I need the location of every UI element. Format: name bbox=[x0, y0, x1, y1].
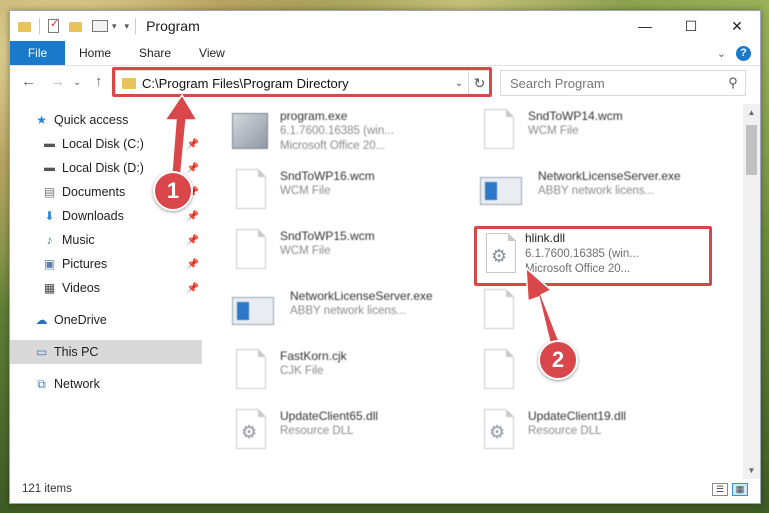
window-title: Program bbox=[146, 18, 200, 34]
list-item[interactable]: NetworkLicenseServer.exe ABBY network li… bbox=[224, 286, 464, 344]
window-controls: — ☐ ✕ bbox=[622, 11, 760, 41]
new-folder-icon[interactable] bbox=[69, 22, 82, 32]
list-item[interactable]: SndToWP14.wcm WCM File bbox=[472, 106, 712, 164]
forward-arrow-icon[interactable]: → bbox=[50, 73, 65, 90]
highlighted-file-hlink-dll[interactable]: hlink.dll 6.1.7600.16385 (win... Microso… bbox=[474, 226, 712, 286]
dll-icon bbox=[232, 409, 268, 453]
sidebar-item-local-disk-c[interactable]: ▬ Local Disk (C:) 📌 bbox=[10, 132, 202, 156]
title-bar: ▾ ▾ Program — ☐ ✕ bbox=[10, 11, 760, 41]
vertical-scrollbar[interactable]: ▲ ▼ bbox=[743, 104, 760, 479]
view-toggle: ☰ ▦ bbox=[712, 483, 748, 496]
drive-icon: ▬ bbox=[44, 162, 55, 174]
file-name: hlink.dll bbox=[525, 231, 566, 245]
tab-view[interactable]: View bbox=[185, 41, 239, 65]
pc-icon: ▭ bbox=[35, 345, 48, 359]
document-icon bbox=[232, 229, 268, 273]
minimize-button[interactable]: — bbox=[622, 11, 668, 41]
callout-badge-1: 1 bbox=[153, 171, 193, 211]
list-item[interactable]: FastKorn.cjk CJK File bbox=[224, 346, 464, 404]
drive-icon: ▬ bbox=[44, 138, 55, 150]
sidebar-item-onedrive[interactable]: ☁ OneDrive bbox=[10, 308, 202, 332]
tab-home[interactable]: Home bbox=[65, 41, 125, 65]
tab-share[interactable]: Share bbox=[125, 41, 185, 65]
recent-locations-icon[interactable]: ⌄ bbox=[73, 77, 81, 88]
document-icon bbox=[480, 349, 516, 393]
list-item[interactable] bbox=[472, 286, 712, 344]
app-icon bbox=[232, 289, 274, 333]
folder-icon bbox=[18, 22, 31, 32]
list-item[interactable]: NetworkLicenseServer.exe ABBY network li… bbox=[472, 166, 712, 224]
scroll-up-icon[interactable]: ▲ bbox=[743, 104, 760, 121]
search-box[interactable]: ⚲ bbox=[500, 70, 746, 96]
search-input[interactable] bbox=[510, 75, 721, 91]
network-icon: ⧉ bbox=[37, 376, 46, 391]
list-item[interactable]: program.exe 6.1.7600.16385 (win... Micro… bbox=[224, 106, 464, 164]
app-icon bbox=[480, 169, 522, 213]
exe-icon bbox=[232, 109, 268, 153]
music-icon: ♪ bbox=[46, 233, 53, 247]
list-item[interactable]: UpdateClient65.dll Resource DLL bbox=[224, 406, 464, 464]
address-highlight-box bbox=[112, 67, 492, 97]
file-list: program.exe 6.1.7600.16385 (win... Micro… bbox=[224, 104, 728, 474]
sidebar-item-network[interactable]: ⧉ Network bbox=[10, 372, 202, 396]
videos-icon: ▦ bbox=[43, 281, 56, 295]
pin-icon[interactable]: 📌 bbox=[187, 283, 199, 294]
star-icon: ★ bbox=[36, 113, 47, 127]
tab-file[interactable]: File bbox=[10, 41, 65, 65]
properties-check-icon[interactable] bbox=[48, 17, 59, 33]
expand-ribbon-icon[interactable]: ⌄ bbox=[717, 47, 726, 60]
list-item[interactable]: UpdateClient19.dll Resource DLL bbox=[472, 406, 712, 464]
sidebar-item-quick-access[interactable]: ★ Quick access bbox=[10, 108, 202, 132]
document-icon bbox=[232, 349, 268, 393]
search-icon[interactable]: ⚲ bbox=[721, 75, 745, 91]
navigation-bar: ← → ⌄ ↑ C:\Program Files\Program Directo… bbox=[10, 67, 760, 97]
callout-badge-2: 2 bbox=[538, 340, 578, 380]
cloud-icon: ☁ bbox=[35, 313, 48, 327]
pin-icon[interactable]: 📌 bbox=[187, 259, 199, 270]
customize-view-icon[interactable] bbox=[92, 20, 108, 32]
sidebar-item-this-pc[interactable]: ▭ This PC bbox=[10, 340, 202, 364]
help-icon[interactable]: ? bbox=[736, 45, 751, 61]
document-icon bbox=[480, 109, 516, 153]
pin-icon[interactable]: 📌 bbox=[187, 235, 199, 246]
list-item[interactable]: SndToWP15.wcm WCM File bbox=[224, 226, 464, 284]
close-button[interactable]: ✕ bbox=[714, 11, 760, 41]
documents-icon: ▤ bbox=[43, 185, 56, 199]
quick-access-toolbar: ▾ ▾ bbox=[10, 17, 130, 34]
sidebar-item-videos[interactable]: ▦ Videos 📌 bbox=[10, 276, 202, 300]
pin-icon[interactable]: 📌 bbox=[187, 139, 199, 150]
sidebar-item-pictures[interactable]: ▣ Pictures 📌 bbox=[10, 252, 202, 276]
scrollbar-thumb[interactable] bbox=[746, 125, 757, 175]
back-arrow-icon[interactable]: ← bbox=[21, 73, 36, 90]
customize-toolbar-icon[interactable]: ▾ bbox=[125, 21, 130, 32]
maximize-button[interactable]: ☐ bbox=[668, 11, 714, 41]
chevron-down-icon[interactable]: ▾ bbox=[112, 21, 117, 32]
download-icon: ⬇ bbox=[44, 209, 55, 223]
tiles-view-icon[interactable]: ▦ bbox=[732, 483, 748, 496]
navigation-pane: ★ Quick access ▬ Local Disk (C:) 📌 ▬ Loc… bbox=[10, 104, 202, 474]
sidebar-item-music[interactable]: ♪ Music 📌 bbox=[10, 228, 202, 252]
up-arrow-icon[interactable]: ↑ bbox=[95, 73, 103, 90]
list-item[interactable]: SndToWP16.wcm WCM File bbox=[224, 166, 464, 224]
pin-icon[interactable]: 📌 bbox=[187, 163, 199, 174]
details-view-icon[interactable]: ☰ bbox=[712, 483, 728, 496]
list-item[interactable] bbox=[472, 346, 712, 404]
pin-icon[interactable]: 📌 bbox=[187, 211, 199, 222]
document-icon bbox=[232, 169, 268, 213]
pictures-icon: ▣ bbox=[43, 257, 56, 271]
ribbon-tabs: File Home Share View ⌄ ? bbox=[10, 41, 760, 66]
file-version: 6.1.7600.16385 (win... bbox=[525, 248, 639, 260]
item-count: 121 items bbox=[22, 483, 72, 495]
dll-icon bbox=[482, 233, 518, 277]
file-description: Microsoft Office 20... bbox=[525, 263, 631, 275]
dll-icon bbox=[480, 409, 516, 453]
document-icon bbox=[480, 289, 516, 333]
scroll-down-icon[interactable]: ▼ bbox=[743, 462, 760, 479]
